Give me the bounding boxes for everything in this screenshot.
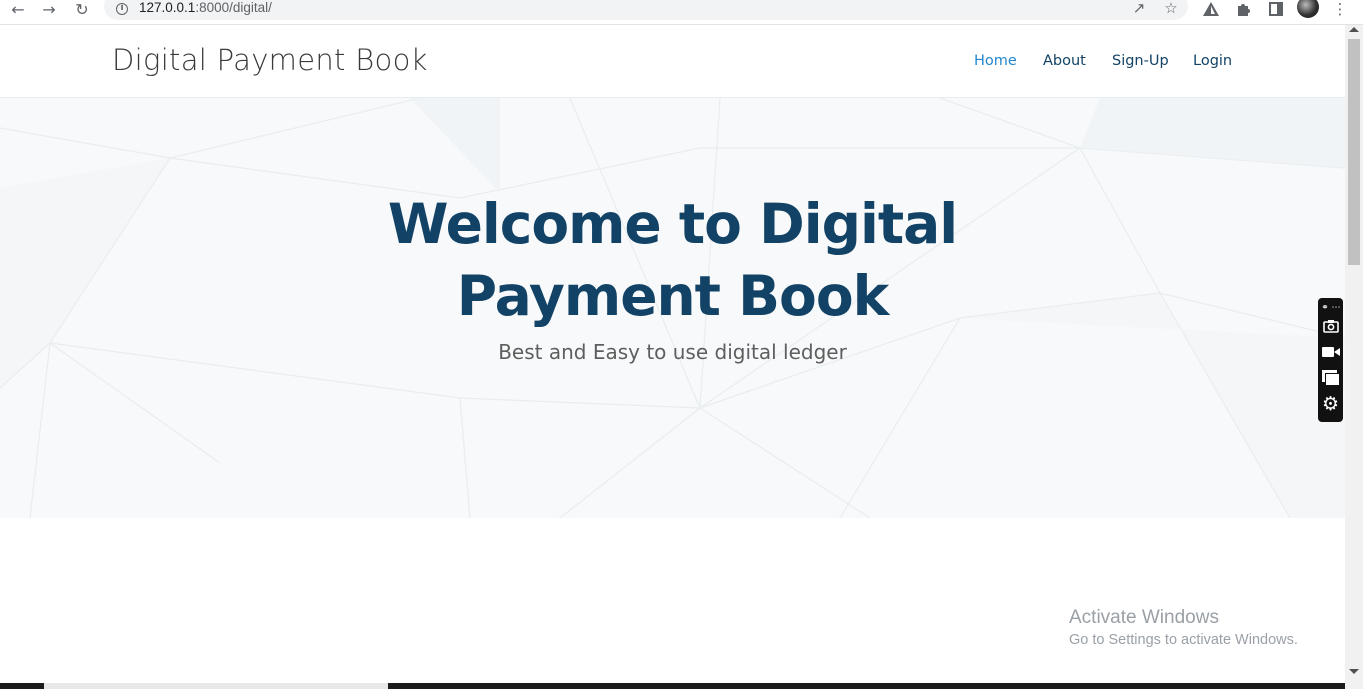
- hero-title-line-2: Payment Book: [456, 264, 889, 328]
- activate-windows-title: Activate Windows: [1069, 607, 1219, 628]
- hero-title: Welcome to Digital Payment Book: [0, 188, 1345, 332]
- nav-login[interactable]: Login: [1193, 53, 1232, 69]
- scroll-down-arrow-icon[interactable]: [1349, 669, 1359, 674]
- taskbar-highlight: [44, 683, 388, 689]
- reload-icon[interactable]: ↻: [71, 0, 93, 19]
- site-header: Digital Payment Book Home About Sign-Up …: [0, 25, 1345, 98]
- back-icon[interactable]: ←: [7, 0, 29, 19]
- extension-triangle-icon[interactable]: [1201, 0, 1221, 18]
- activate-windows-watermark: Activate Windows Go to Settings to activ…: [1069, 607, 1298, 648]
- url-text[interactable]: 127.0.0.1:8000/digital/: [139, 0, 272, 15]
- nav-sign-up[interactable]: Sign-Up: [1112, 53, 1169, 69]
- url-path: :8000/digital/: [195, 0, 272, 15]
- browser-toolbar: ← → ↻ i 127.0.0.1:8000/digital/ ↗ ☆ ⋮: [0, 0, 1363, 25]
- more-menu-icon[interactable]: ⋮: [1330, 0, 1350, 18]
- extensions-puzzle-icon[interactable]: [1234, 0, 1254, 18]
- scroll-up-arrow-icon[interactable]: [1349, 27, 1359, 32]
- settings-gear-icon[interactable]: ⚙: [1321, 393, 1340, 415]
- bookmark-star-icon[interactable]: ☆: [1162, 0, 1180, 17]
- window-icon[interactable]: [1321, 368, 1340, 387]
- info-icon[interactable]: i: [116, 3, 128, 15]
- nav-about[interactable]: About: [1043, 53, 1086, 69]
- scroll-thumb[interactable]: [1348, 39, 1360, 265]
- page-scrollbar[interactable]: [1345, 25, 1363, 689]
- hero-subtitle: Best and Easy to use digital ledger: [498, 340, 847, 364]
- brand-logo-text[interactable]: Digital Payment Book: [112, 43, 428, 77]
- hero-section: Welcome to Digital Payment Book Best and…: [0, 98, 1345, 518]
- url-host: 127.0.0.1: [139, 0, 196, 15]
- screen-recorder-widget: ⚭ ⋯ ⚙: [1318, 298, 1343, 422]
- hero-title-line-1: Welcome to Digital: [387, 192, 958, 256]
- more-icon[interactable]: ⋯: [1330, 298, 1342, 317]
- profile-avatar[interactable]: [1297, 0, 1319, 18]
- forward-icon[interactable]: →: [38, 0, 60, 19]
- address-bar[interactable]: i 127.0.0.1:8000/digital/ ↗ ☆: [104, 0, 1188, 20]
- camera-icon[interactable]: [1321, 316, 1340, 335]
- video-icon[interactable]: [1321, 342, 1340, 361]
- nav-home[interactable]: Home: [974, 53, 1017, 69]
- share-icon[interactable]: ↗: [1130, 0, 1148, 17]
- activate-windows-message: Go to Settings to activate Windows.: [1069, 632, 1298, 648]
- side-panel-icon[interactable]: [1266, 0, 1286, 18]
